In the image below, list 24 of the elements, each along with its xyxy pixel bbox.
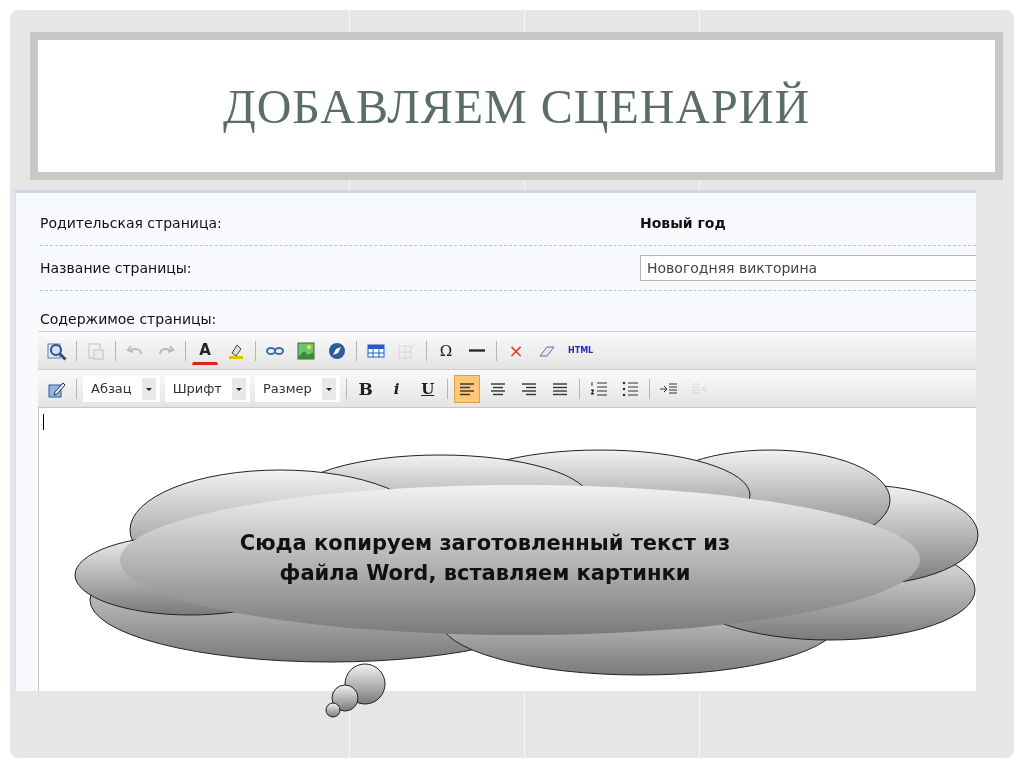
callout-text: Сюда копируем заготовленный текст из файла Word, вставляем картинки	[238, 530, 732, 587]
toolbar-icon	[296, 340, 316, 361]
format-dropdown[interactable]: Размер	[254, 375, 340, 402]
toolbar-button[interactable]: ×	[503, 336, 529, 365]
page-name-field[interactable]: Новогодняя викторина	[640, 255, 976, 281]
toolbar-button[interactable]: HTML	[565, 336, 597, 365]
format-dropdown[interactable]: Абзац	[83, 375, 160, 402]
field-label: Название страницы:	[40, 260, 193, 276]
toolbar-icon	[327, 340, 347, 361]
toolbar-button[interactable]: B	[352, 374, 379, 403]
toolbar-button[interactable]	[453, 374, 480, 403]
toolbar-button[interactable]: A	[192, 336, 218, 365]
parent-page-value: Новый год	[640, 215, 726, 231]
toolbar-icon	[469, 349, 485, 352]
toolbar-icon	[86, 340, 106, 361]
field-label: Содержимое страницы:	[40, 311, 218, 327]
toolbar-button[interactable]: i	[383, 374, 410, 403]
format-dropdown[interactable]: Шрифт	[164, 375, 250, 402]
slide-title: ДОБАВЛЯЕМ СЦЕНАРИЙ	[222, 78, 811, 134]
text-cursor	[43, 414, 44, 430]
toolbar-button[interactable]: U	[414, 374, 441, 403]
toolbar-button[interactable]: Ω	[433, 336, 459, 365]
toolbar-icon	[47, 340, 67, 361]
field-label: Родительская страница:	[40, 215, 223, 231]
